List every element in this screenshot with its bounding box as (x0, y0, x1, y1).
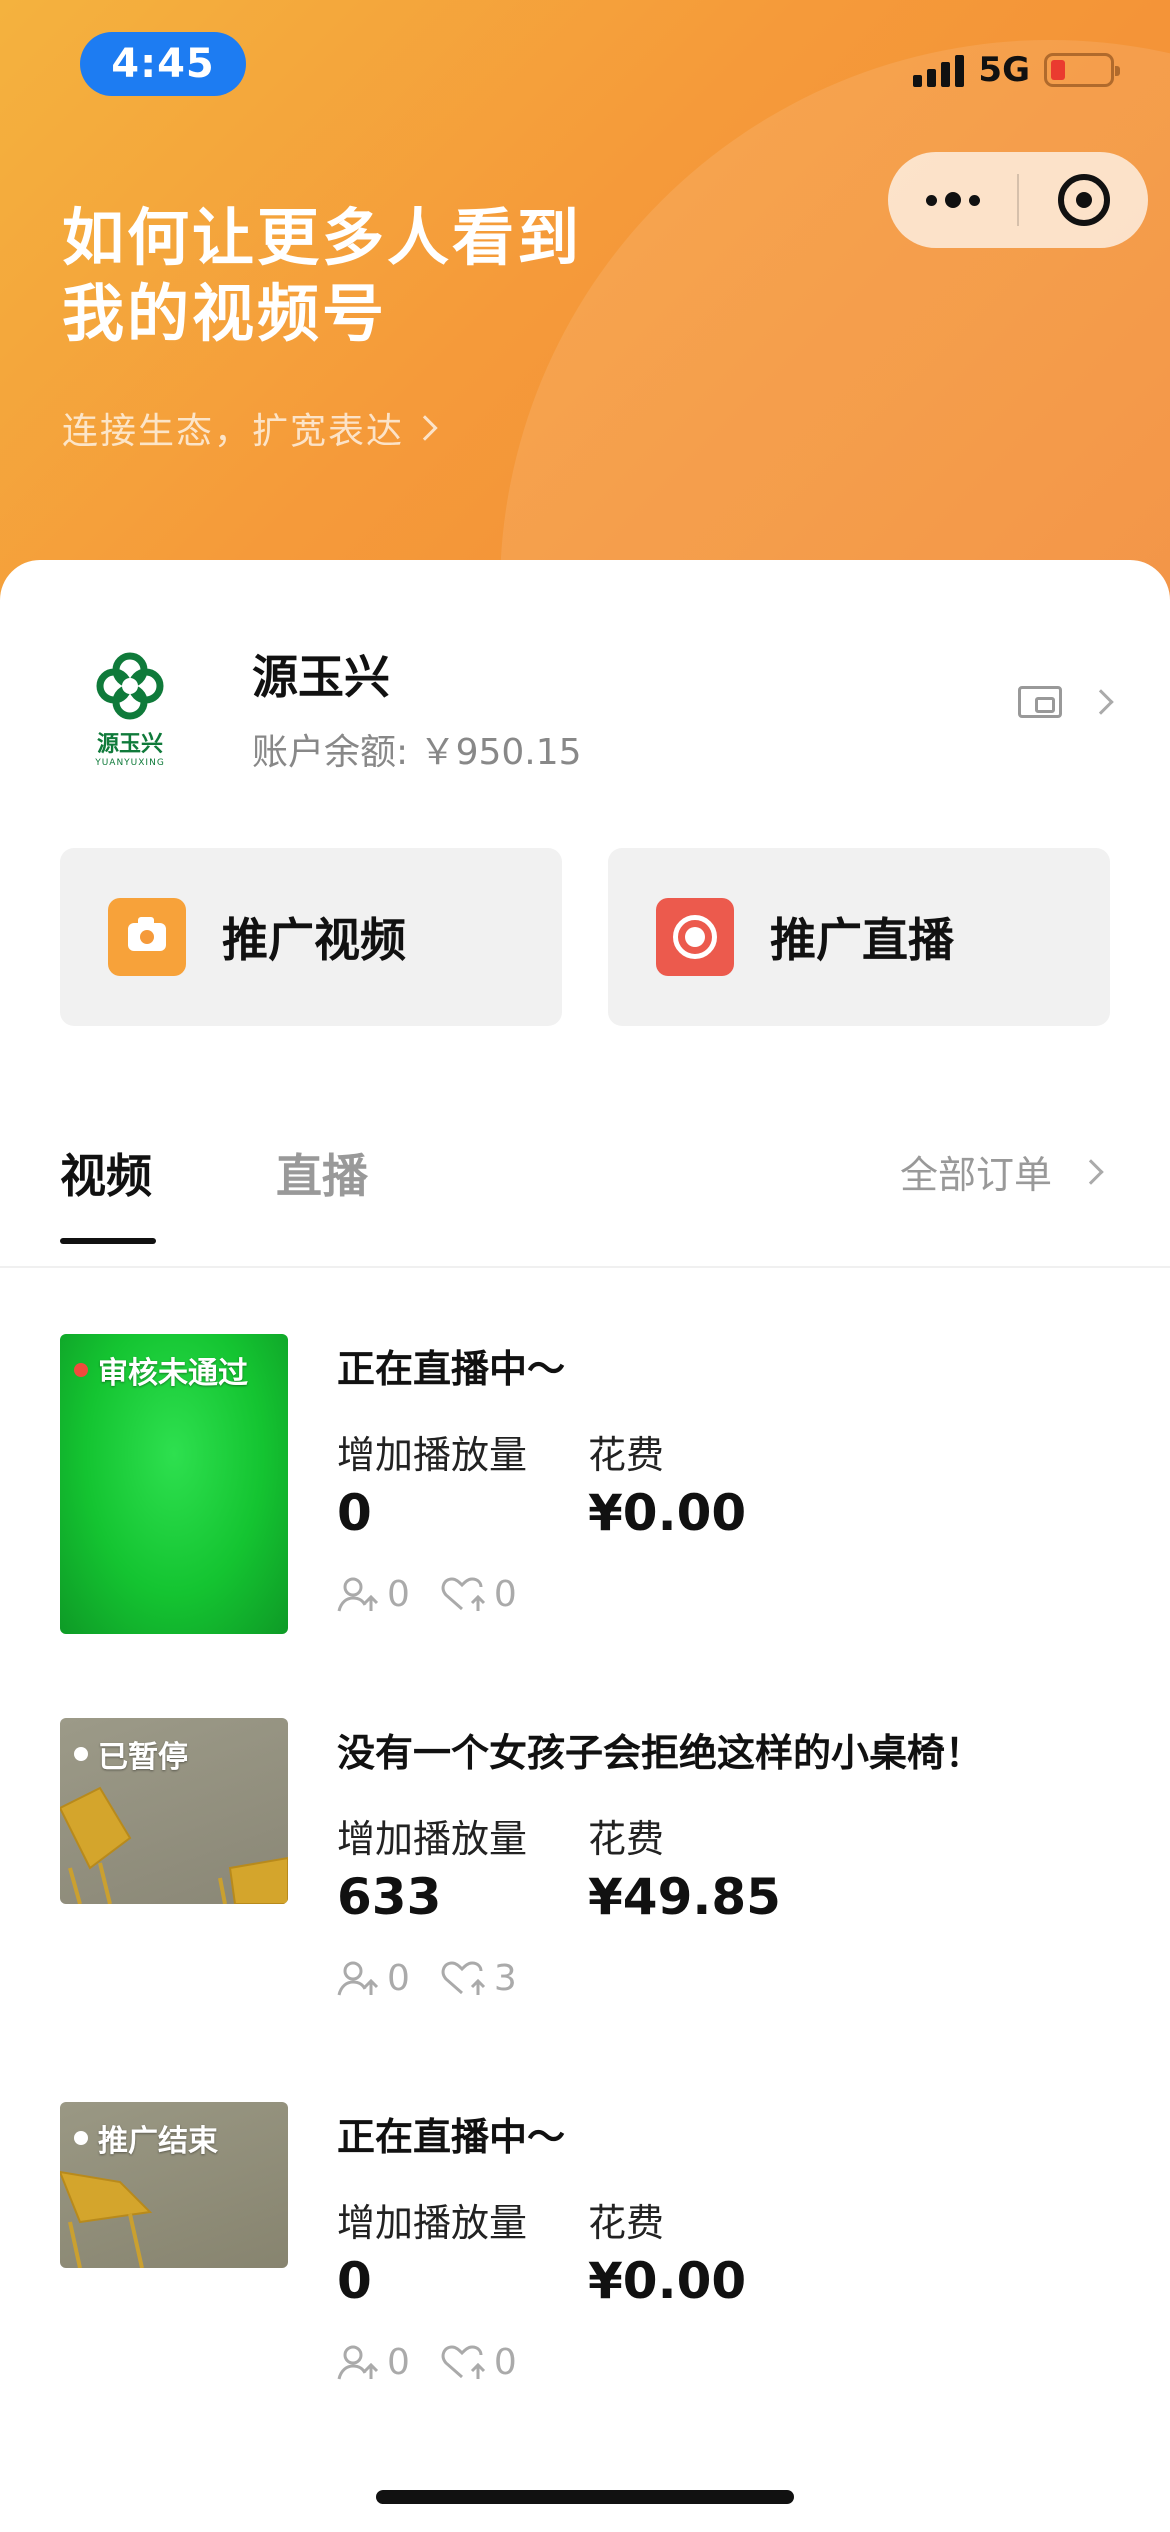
cost-label: 花费 (588, 1817, 665, 1861)
promote-live-button[interactable]: 推广直播 (608, 848, 1110, 1026)
follow-up-icon (337, 1577, 379, 1611)
hero-title-line2: 我的视频号 (62, 277, 388, 350)
status-dot (74, 2131, 88, 2145)
knot-logo-icon (96, 652, 164, 720)
views-label: 增加播放量 (337, 1817, 528, 1861)
follow-stat: 0 (337, 2342, 410, 2383)
chevron-right-icon (1078, 1158, 1104, 1185)
promote-live-label: 推广直播 (770, 913, 954, 967)
follow-stat: 0 (337, 1574, 410, 1615)
like-up-icon (441, 1960, 485, 1995)
tab-video[interactable]: 视频 (60, 1140, 152, 1206)
status-badge: 已暂停 (74, 1732, 188, 1776)
account-name: 源玉兴 (252, 650, 390, 704)
all-orders-label: 全部订单 (899, 1153, 1052, 1197)
follow-stat: 0 (337, 1958, 410, 1999)
order-stats: 0 0 (337, 1574, 517, 1615)
like-up-icon (441, 1576, 485, 1611)
camera-icon (108, 898, 186, 976)
views-label: 增加播放量 (337, 1433, 528, 1477)
logo-text-en: YUANYUXING (95, 758, 165, 768)
video-thumbnail: 推广结束 (60, 2102, 288, 2268)
order-item[interactable]: 审核未通过 正在直播中～ 增加播放量 花费 0 ¥0.00 0 0 (60, 1334, 1110, 1634)
hero-banner: 4:45 5G 如何让更多人看到 我的视频号 连接生态，扩宽表达 (0, 0, 1170, 640)
status-badge: 推广结束 (74, 2116, 218, 2160)
promote-video-button[interactable]: 推广视频 (60, 848, 562, 1026)
target-icon (1057, 174, 1110, 226)
cost-value: ¥0.00 (588, 1484, 747, 1542)
account-info: 源玉兴 账户余额: ￥950.15 (252, 641, 582, 775)
cost-value: ¥0.00 (588, 2252, 747, 2310)
account-row[interactable]: 源玉兴 YUANYUXING 源玉兴 账户余额: ￥950.15 (60, 648, 1114, 773)
chevron-right-icon (412, 415, 438, 441)
order-stats: 0 0 (337, 2342, 517, 2383)
like-stat: 0 (440, 1574, 517, 1615)
order-title: 没有一个女孩子会拒绝这样的小桌椅！ (337, 1731, 984, 1775)
views-value: 633 (337, 1868, 442, 1926)
order-title: 正在直播中～ (337, 1347, 566, 1391)
home-indicator[interactable] (376, 2490, 794, 2504)
miniprogram-capsule (888, 152, 1148, 248)
active-tab-indicator (60, 1238, 156, 1244)
more-icon (925, 192, 980, 208)
status-dot (74, 1747, 88, 1761)
cost-value: ¥49.85 (588, 1868, 781, 1926)
hero-subtitle-link[interactable]: 连接生态，扩宽表达 (62, 402, 438, 454)
cost-label: 花费 (588, 2201, 665, 2245)
status-indicators: 5G (913, 50, 1120, 90)
video-thumbnail: 已暂停 (60, 1718, 288, 1904)
account-balance: 账户余额: ￥950.15 (252, 723, 582, 775)
tab-live[interactable]: 直播 (276, 1140, 368, 1206)
close-miniprogram-button[interactable] (1019, 152, 1148, 248)
signal-icon (913, 53, 965, 87)
record-icon (656, 898, 734, 976)
status-time: 4:45 (80, 32, 246, 96)
promote-video-label: 推广视频 (222, 913, 406, 967)
order-item[interactable]: 推广结束 正在直播中～ 增加播放量 花费 0 ¥0.00 0 0 (60, 2102, 1110, 2402)
more-button[interactable] (888, 152, 1017, 248)
views-value: 0 (337, 1484, 372, 1542)
follow-up-icon (337, 2345, 379, 2379)
like-stat: 0 (440, 2342, 517, 2383)
wallet-icon (1018, 686, 1062, 718)
brand-logo: 源玉兴 YUANYUXING (60, 643, 200, 773)
status-badge: 审核未通过 (74, 1348, 248, 1392)
status-dot (74, 1363, 88, 1377)
video-thumbnail: 审核未通过 (60, 1334, 288, 1634)
order-title: 正在直播中～ (337, 2115, 566, 2159)
follow-up-icon (337, 1961, 379, 1995)
tab-divider (0, 1266, 1170, 1268)
logo-text-cn: 源玉兴 (96, 731, 163, 757)
views-value: 0 (337, 2252, 372, 2310)
hero-subtitle: 连接生态，扩宽表达 (62, 411, 405, 452)
hero-title: 如何让更多人看到 我的视频号 (62, 200, 682, 352)
order-item[interactable]: 已暂停 没有一个女孩子会拒绝这样的小桌椅！ 增加播放量 花费 633 ¥49.8… (60, 1718, 1110, 2018)
wallet-link[interactable] (1018, 686, 1114, 718)
cost-label: 花费 (588, 1433, 665, 1477)
balance-label: 账户余额: (252, 732, 409, 773)
hero-title-line1: 如何让更多人看到 (62, 201, 583, 274)
balance-value: ￥950.15 (419, 732, 582, 773)
like-stat: 3 (440, 1958, 517, 1999)
views-label: 增加播放量 (337, 2201, 528, 2245)
order-stats: 0 3 (337, 1958, 517, 1999)
battery-icon (1044, 53, 1120, 87)
network-type: 5G (978, 50, 1030, 90)
all-orders-link[interactable]: 全部订单 (899, 1144, 1104, 1199)
like-up-icon (441, 2344, 485, 2379)
chevron-right-icon (1088, 689, 1114, 715)
